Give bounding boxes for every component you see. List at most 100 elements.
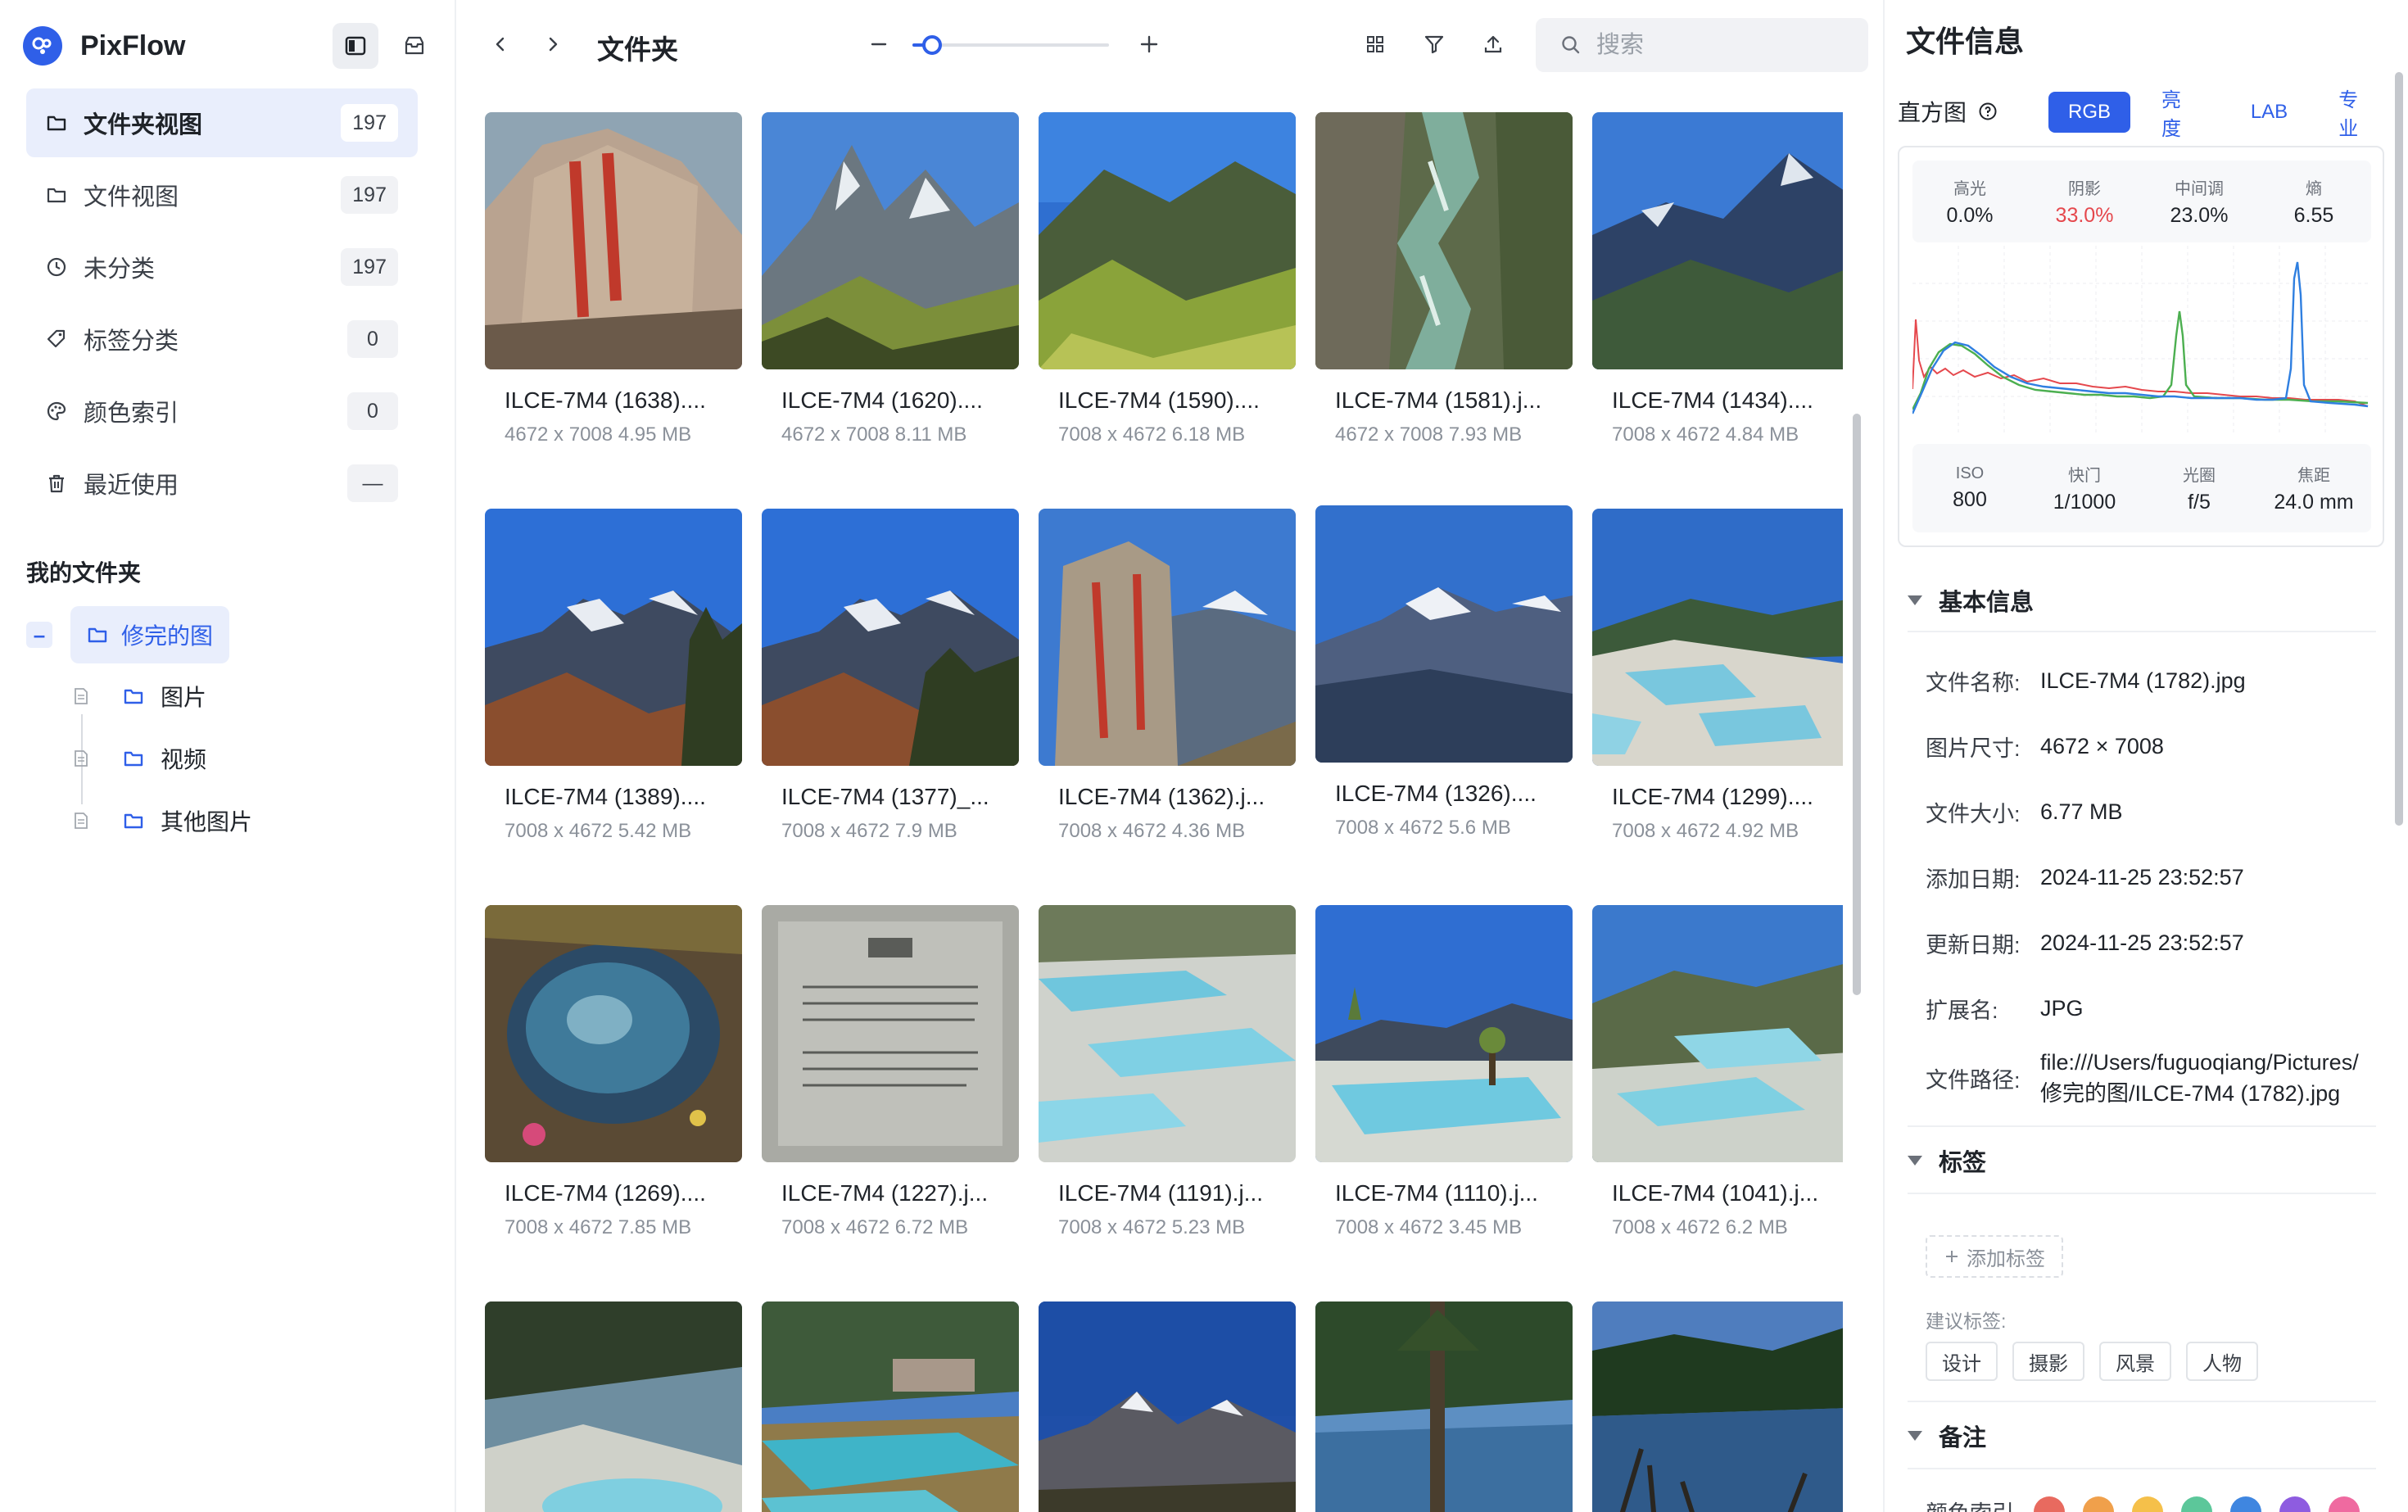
tag-chip[interactable]: 摄影 (2012, 1342, 2084, 1381)
image-name: ILCE-7M4 (1638).... (505, 387, 706, 413)
toggle-sidebar-button[interactable] (333, 23, 378, 69)
image-meta: 7008 x 4672 7.85 MB (505, 1216, 692, 1238)
color-swatch[interactable] (2132, 1496, 2163, 1512)
search-input[interactable] (1596, 31, 1842, 59)
image-card[interactable]: ILCE-7M4 (1434).... 7008 x 4672 4.84 MB (1592, 112, 1843, 446)
tab-pro[interactable]: 专业 (2319, 89, 2397, 140)
nav-count: 0 (347, 392, 398, 430)
image-card[interactable]: ILCE-7M4 (1590).... 7008 x 4672 6.18 MB (1039, 112, 1296, 446)
image-thumbnail[interactable] (1039, 112, 1296, 369)
image-thumbnail[interactable] (485, 1301, 742, 1512)
tree-item-images[interactable]: 图片 (72, 672, 206, 721)
image-card[interactable]: ILCE-7M4 (1638).... 4672 x 7008 4.95 MB (485, 112, 742, 446)
zoom-slider[interactable] (912, 35, 1109, 55)
tree-root-folder[interactable]: – 修完的图 (26, 606, 230, 663)
image-card[interactable]: ILCE-7M4 (1299).... 7008 x 4672 4.92 MB (1592, 509, 1843, 843)
image-thumbnail[interactable] (1592, 112, 1843, 369)
zoom-in-button[interactable] (1128, 23, 1170, 66)
stat-shadows: 阴影 33.0% (2027, 161, 2142, 242)
nav-uncategorized[interactable]: 未分类 197 (26, 233, 418, 301)
image-card[interactable]: ILCE-7M4 (1326).... 7008 x 4672 5.6 MB (1315, 505, 1573, 840)
image-card[interactable] (1039, 1301, 1296, 1512)
image-thumbnail[interactable] (1039, 509, 1296, 766)
tab-lab[interactable]: LAB (2231, 92, 2307, 133)
image-card[interactable]: ILCE-7M4 (1269).... 7008 x 4672 7.85 MB (485, 905, 742, 1239)
histogram-header: 直方图 (1898, 95, 1998, 128)
image-thumbnail[interactable] (485, 509, 742, 766)
tag-chip[interactable]: 风景 (2099, 1342, 2171, 1381)
red-channel-curve (1912, 319, 2369, 407)
image-thumbnail[interactable] (1039, 1301, 1296, 1512)
image-card[interactable]: ILCE-7M4 (1191).j... 7008 x 4672 5.23 MB (1039, 905, 1296, 1239)
back-button[interactable] (479, 23, 522, 66)
panel-scrollbar-thumb[interactable] (2395, 72, 2403, 826)
section-notes-header[interactable]: 备注 (1908, 1415, 1986, 1456)
archive-button[interactable] (392, 23, 437, 69)
section-basic-info-header[interactable]: 基本信息 (1908, 580, 2034, 621)
image-thumbnail[interactable] (485, 905, 742, 1162)
tree-item-other-images[interactable]: 其他图片 (72, 796, 252, 845)
image-thumbnail[interactable] (1315, 112, 1573, 369)
nav-recent[interactable]: 最近使用 — (26, 449, 418, 518)
image-thumbnail[interactable] (1592, 905, 1843, 1162)
tag-chip[interactable]: 人物 (2186, 1342, 2258, 1381)
tag-chip[interactable]: 设计 (1926, 1342, 1998, 1381)
tab-rgb[interactable]: RGB (2048, 92, 2131, 133)
image-thumbnail[interactable] (762, 112, 1019, 369)
section-tags-header[interactable]: 标签 (1908, 1140, 1986, 1181)
tab-luminance[interactable]: 亮度 (2142, 89, 2220, 140)
image-card[interactable]: ILCE-7M4 (1041).j... 7008 x 4672 6.2 MB (1592, 905, 1843, 1239)
nav-folder-view[interactable]: 文件夹视图 197 (26, 88, 418, 157)
image-card[interactable]: ILCE-7M4 (1620).... 4672 x 7008 8.11 MB (762, 112, 1019, 446)
image-thumbnail[interactable] (762, 905, 1019, 1162)
grid-scrollbar-thumb[interactable] (1853, 414, 1861, 995)
exif-stats: ISO 800 快门 1/1000 光圈 f/5 焦距 24.0 mm (1912, 444, 2371, 532)
image-card[interactable] (762, 1301, 1019, 1512)
image-card[interactable]: ILCE-7M4 (1227).j... 7008 x 4672 6.72 MB (762, 905, 1019, 1239)
palette-icon (47, 401, 66, 421)
collapse-icon[interactable]: – (26, 622, 52, 648)
color-swatch[interactable] (2279, 1496, 2311, 1512)
filter-button[interactable] (1413, 23, 1455, 66)
tree-root-item[interactable]: 修完的图 (70, 606, 230, 663)
tree-item-videos[interactable]: 视频 (72, 734, 206, 783)
forward-button[interactable] (532, 23, 574, 66)
image-thumbnail[interactable] (762, 1301, 1019, 1512)
image-thumbnail[interactable] (1592, 509, 1843, 766)
upload-button[interactable] (1472, 23, 1514, 66)
nav-color-index[interactable]: 颜色索引 0 (26, 377, 418, 446)
image-thumbnail[interactable] (485, 112, 742, 369)
image-card[interactable]: ILCE-7M4 (1377)_... 7008 x 4672 7.9 MB (762, 509, 1019, 843)
add-tag-button[interactable]: 添加标签 (1926, 1235, 2063, 1278)
app-logo-icon (23, 26, 62, 66)
help-circle-icon[interactable] (1978, 102, 1998, 121)
color-swatch[interactable] (2083, 1496, 2114, 1512)
image-card[interactable] (485, 1301, 742, 1512)
image-thumbnail[interactable] (1315, 1301, 1573, 1512)
color-swatch[interactable] (2181, 1496, 2212, 1512)
image-card[interactable]: ILCE-7M4 (1581).j... 4672 x 7008 7.93 MB (1315, 112, 1573, 446)
zoom-slider-handle[interactable] (922, 35, 942, 55)
image-card[interactable]: ILCE-7M4 (1389).... 7008 x 4672 5.42 MB (485, 509, 742, 843)
color-swatch[interactable] (2329, 1496, 2360, 1512)
image-thumbnail[interactable] (1315, 505, 1573, 763)
info-value[interactable]: file:///Users/fuguoqiang/Pictures/修完的图/I… (2040, 1047, 2360, 1109)
nav-file-view[interactable]: 文件视图 197 (26, 161, 418, 229)
image-thumbnail[interactable] (1315, 905, 1573, 1162)
stat-label: 高光 (1953, 180, 1986, 198)
image-card[interactable] (1315, 1301, 1573, 1512)
color-swatch[interactable] (2034, 1496, 2065, 1512)
color-swatch[interactable] (2230, 1496, 2261, 1512)
document-icon (75, 813, 88, 829)
image-name: ILCE-7M4 (1326).... (1335, 781, 1537, 806)
image-card[interactable] (1592, 1301, 1843, 1512)
nav-tag-category[interactable]: 标签分类 0 (26, 305, 418, 373)
image-thumbnail[interactable] (762, 509, 1019, 766)
grid-view-button[interactable] (1354, 23, 1396, 66)
image-thumbnail[interactable] (1039, 905, 1296, 1162)
zoom-out-button[interactable] (858, 23, 900, 66)
image-card[interactable]: ILCE-7M4 (1362).j... 7008 x 4672 4.36 MB (1039, 509, 1296, 843)
image-thumbnail[interactable] (1592, 1301, 1843, 1512)
image-card[interactable]: ILCE-7M4 (1110).j... 7008 x 4672 3.45 MB (1315, 905, 1573, 1239)
search-box[interactable] (1536, 18, 1868, 72)
